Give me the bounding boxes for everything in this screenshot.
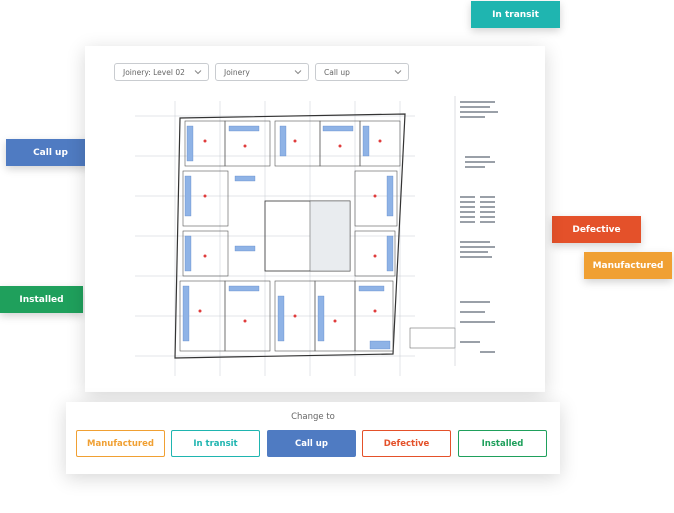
in-transit-button[interactable]: In transit bbox=[171, 430, 260, 457]
level-dropdown-label: Joinery: Level 02 bbox=[123, 67, 185, 77]
trade-dropdown[interactable]: Joinery bbox=[215, 63, 309, 81]
status-dropdown-label: Call up bbox=[324, 67, 350, 77]
in-transit-tag: In transit bbox=[471, 1, 560, 28]
call-up-button[interactable]: Call up bbox=[267, 430, 356, 457]
level-dropdown[interactable]: Joinery: Level 02 bbox=[114, 63, 209, 81]
defective-button[interactable]: Defective bbox=[362, 430, 451, 457]
call-up-tag: Call up bbox=[6, 139, 95, 166]
manufactured-tag: Manufactured bbox=[584, 252, 672, 279]
change-status-panel: Change to Manufactured In transit Call u… bbox=[66, 402, 560, 474]
installed-tag: Installed bbox=[0, 286, 83, 313]
trade-dropdown-label: Joinery bbox=[224, 67, 250, 77]
defective-tag: Defective bbox=[552, 216, 641, 243]
chevron-down-icon bbox=[294, 70, 302, 75]
chevron-down-icon bbox=[194, 70, 202, 75]
floor-plan-card: Joinery: Level 02 Joinery Call up bbox=[85, 46, 545, 392]
status-dropdown[interactable]: Call up bbox=[315, 63, 409, 81]
floor-plan-drawing[interactable] bbox=[125, 96, 510, 381]
installed-button[interactable]: Installed bbox=[458, 430, 547, 457]
chevron-down-icon bbox=[394, 70, 402, 75]
manufactured-button[interactable]: Manufactured bbox=[76, 430, 165, 457]
change-to-title: Change to bbox=[291, 412, 335, 422]
